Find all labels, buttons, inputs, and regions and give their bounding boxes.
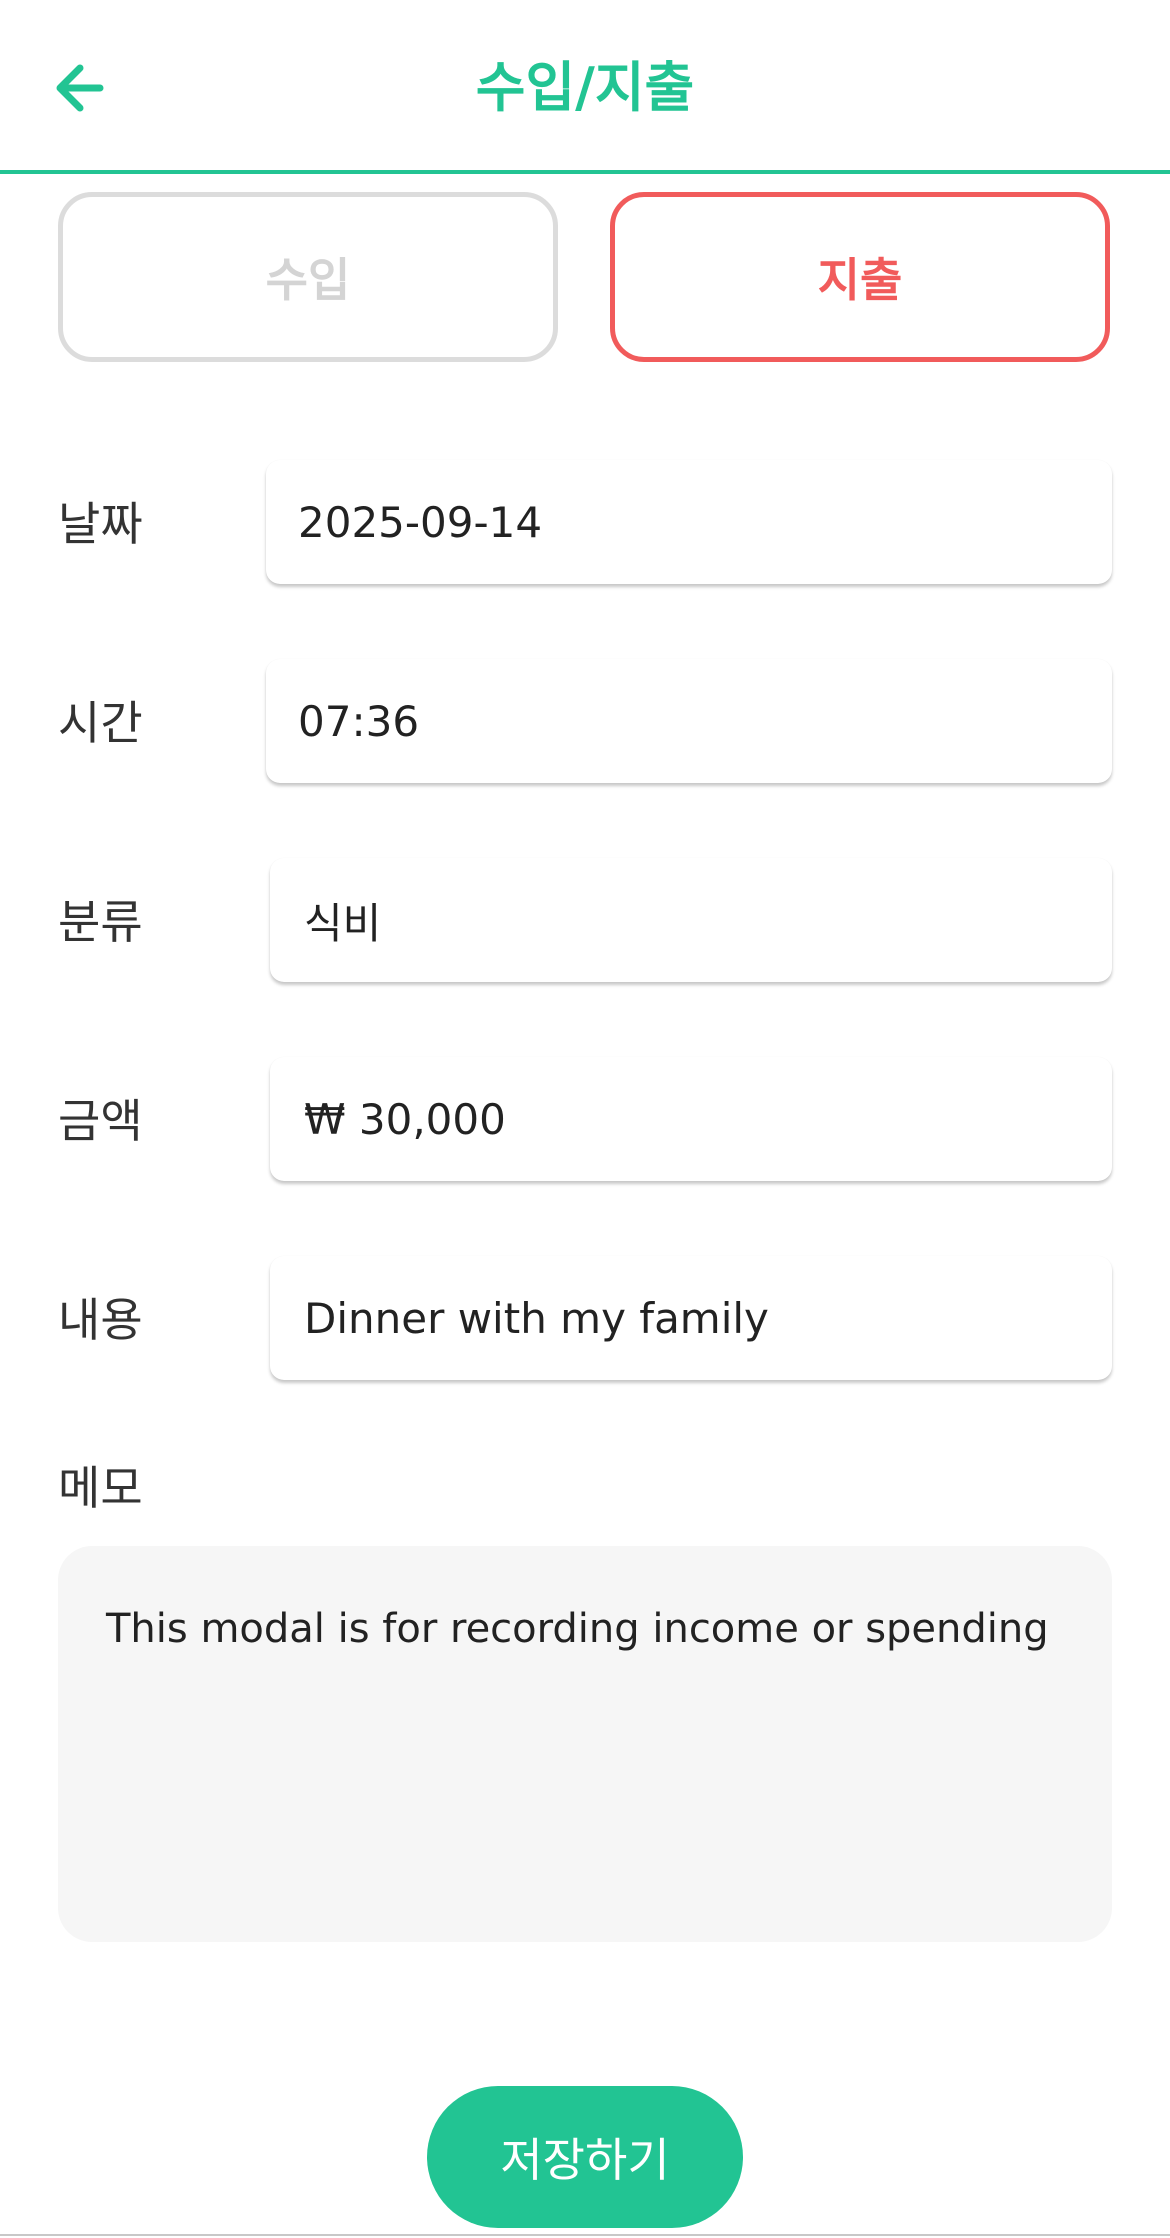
- description-label: 내용: [58, 1293, 143, 1347]
- expense-toggle-button[interactable]: 지출: [610, 192, 1110, 362]
- save-button[interactable]: 저장하기: [427, 2086, 743, 2228]
- date-field[interactable]: 2025-09-14: [266, 460, 1112, 584]
- description-field[interactable]: Dinner with my family: [270, 1256, 1112, 1380]
- app-header: 수입/지출: [0, 0, 1170, 174]
- page-title: 수입/지출: [475, 56, 695, 119]
- income-toggle-button[interactable]: 수입: [58, 192, 558, 362]
- time-label: 시간: [58, 696, 143, 750]
- category-label: 분류: [58, 895, 143, 949]
- category-field[interactable]: 식비: [270, 858, 1112, 982]
- memo-textarea[interactable]: This modal is for recording income or sp…: [58, 1546, 1112, 1942]
- amount-label: 금액: [58, 1094, 143, 1148]
- memo-label: 메모: [58, 1461, 143, 1515]
- time-field[interactable]: 07:36: [266, 659, 1112, 783]
- amount-field[interactable]: ₩ 30,000: [270, 1057, 1112, 1181]
- date-label: 날짜: [58, 497, 143, 551]
- bottom-divider: [0, 2234, 1170, 2236]
